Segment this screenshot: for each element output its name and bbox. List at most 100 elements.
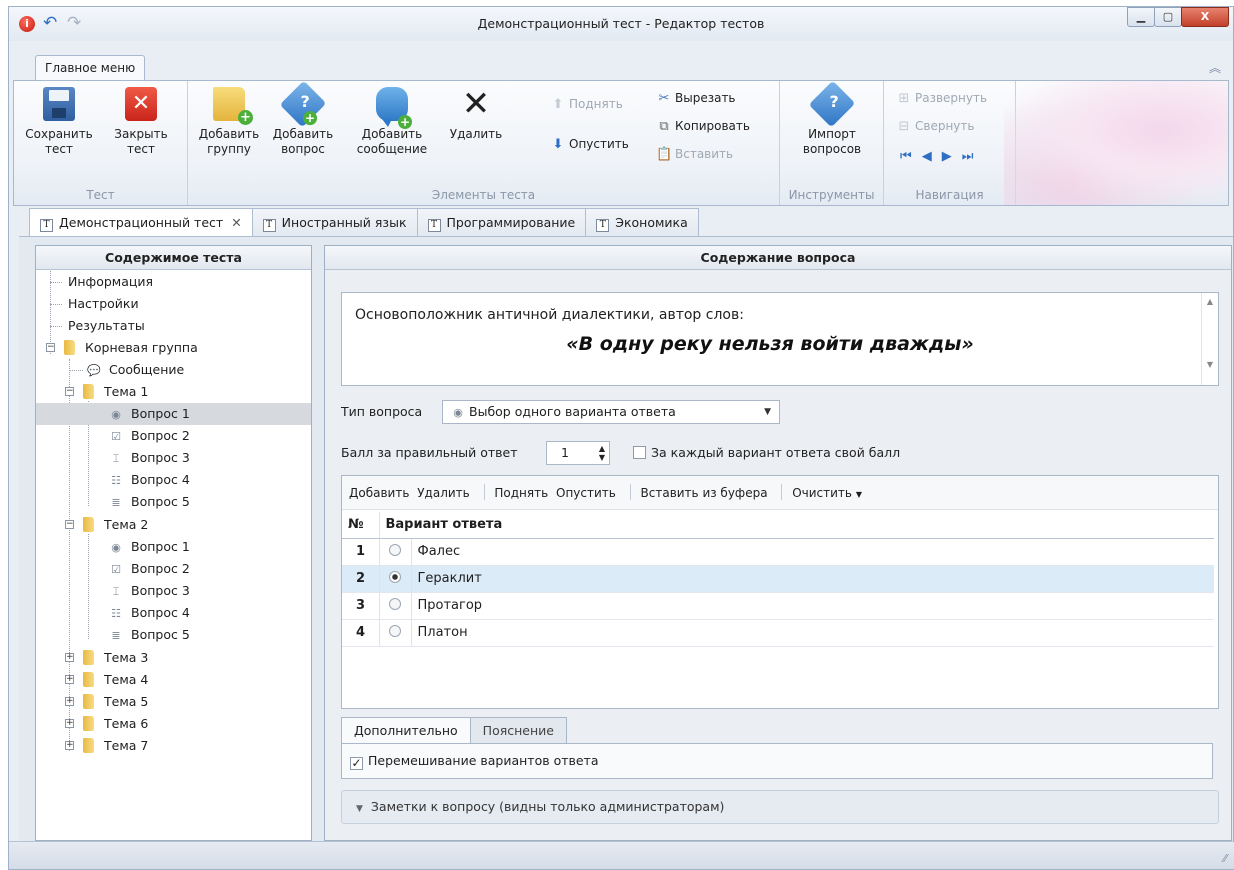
test-doc-icon: T	[262, 219, 276, 232]
tree-item-settings[interactable]: Настройки	[68, 293, 139, 315]
tree-item-topic[interactable]: Тема 4	[83, 669, 148, 691]
move-down-button[interactable]: ⬇ Опустить	[550, 133, 629, 155]
each-score-option[interactable]: За каждый вариант ответа свой балл	[633, 445, 900, 460]
tree-item-question[interactable]: ☷ Вопрос 4	[109, 602, 190, 624]
table-row[interactable]: 4 Платон	[342, 619, 1214, 647]
answer-radio[interactable]	[389, 544, 401, 556]
tree-item-topic[interactable]: Тема 6	[83, 713, 148, 735]
tree-item-topic[interactable]: Тема 5	[83, 691, 148, 713]
delete-answer-button[interactable]: Удалить	[417, 486, 470, 500]
close-window-button[interactable]: X	[1181, 7, 1229, 27]
maximize-button[interactable]: ▢	[1154, 7, 1182, 27]
question-type-select[interactable]: ◉ Выбор одного варианта ответа ▼	[442, 400, 780, 424]
tab-foreign-language[interactable]: T Иностранный язык	[251, 208, 418, 236]
table-row[interactable]: 1 Фалес	[342, 538, 1214, 566]
question-text-editor[interactable]: Основоположник античной диалектики, авто…	[341, 292, 1219, 386]
expand-button[interactable]: ⊞ Развернуть	[896, 87, 988, 109]
last-icon[interactable]: ⏭	[962, 149, 984, 164]
expand-toggle-icon[interactable]: +	[65, 719, 74, 728]
tab-economics[interactable]: T Экономика	[585, 208, 699, 236]
group-label-test: Тест	[86, 188, 115, 202]
vertical-scrollbar[interactable]: ▲ ▼	[1201, 293, 1218, 385]
expand-toggle-icon[interactable]: +	[65, 741, 74, 750]
tree-item-info[interactable]: Информация	[68, 271, 153, 293]
tree-item-message[interactable]: 💬 Сообщение	[87, 359, 184, 381]
save-test-button[interactable]: Сохранить тест	[24, 87, 94, 157]
tab-programming[interactable]: T Программирование	[416, 208, 587, 236]
tree-item-topic[interactable]: Тема 3	[83, 647, 148, 669]
answer-radio[interactable]	[389, 625, 401, 637]
tree-item-question[interactable]: ⌶ Вопрос 3	[109, 580, 190, 602]
tree-item-topic[interactable]: Тема 1	[83, 381, 148, 403]
ribbon-minimize-icon[interactable]: ︽	[1209, 59, 1221, 76]
next-icon[interactable]: ▶	[942, 149, 962, 164]
folder-add-icon	[213, 87, 253, 125]
ordering-icon: ≣	[111, 629, 121, 642]
expand-toggle-icon[interactable]: +	[65, 697, 74, 706]
collapse-toggle-icon[interactable]: −	[46, 343, 55, 352]
close-tab-icon[interactable]: ✕	[231, 215, 241, 230]
collapse-button[interactable]: ⊟ Свернуть	[896, 115, 975, 137]
notes-section[interactable]: ▼ Заметки к вопросу (видны только админис…	[341, 790, 1219, 824]
question-text-quote: «В одну реку нельзя войти дважды»	[566, 333, 974, 355]
resize-grip-icon[interactable]: ⁄⁄	[1223, 852, 1227, 865]
tree-item-root-group[interactable]: Корневая группа	[64, 337, 198, 359]
delete-button[interactable]: ✕ Удалить	[446, 87, 506, 142]
close-test-button[interactable]: ✕ Закрыть тест	[106, 87, 176, 157]
collapse-toggle-icon[interactable]: −	[65, 520, 74, 529]
cut-button[interactable]: ✂ Вырезать	[656, 87, 736, 109]
paste-button[interactable]: 📋 Вставить	[656, 143, 733, 165]
stepper-arrows-icon[interactable]: ▲ ▼	[599, 444, 605, 462]
tree-item-question[interactable]: ≣ Вопрос 5	[109, 491, 189, 513]
tab-explanation[interactable]: Пояснение	[469, 717, 567, 743]
tree-item-question[interactable]: ☷ Вопрос 4	[109, 469, 190, 491]
folder-icon	[83, 517, 94, 532]
prev-icon[interactable]: ◀	[922, 149, 942, 164]
text-input-icon: ⌶	[112, 452, 120, 465]
paste-from-buffer-button[interactable]: Вставить из буфера	[641, 486, 768, 500]
each-score-checkbox[interactable]	[633, 446, 646, 459]
status-bar: ⁄⁄	[9, 841, 1234, 869]
score-stepper[interactable]: 1 ▲ ▼	[546, 441, 610, 465]
shuffle-option[interactable]: ✓ Перемешивание вариантов ответа	[341, 743, 1213, 779]
tree-item-question[interactable]: ☑ Вопрос 2	[109, 425, 190, 447]
tree-item-topic[interactable]: Тема 2	[83, 514, 148, 536]
answer-radio[interactable]	[389, 598, 401, 610]
tree-item-question[interactable]: ☑ Вопрос 2	[109, 558, 190, 580]
question-text-line1: Основоположник античной диалектики, авто…	[355, 307, 744, 323]
move-answer-down-button[interactable]: Опустить	[556, 486, 616, 500]
import-questions-button[interactable]: ? Импорт вопросов	[794, 80, 870, 157]
clear-button[interactable]: Очистить ▼	[792, 486, 862, 500]
add-question-button[interactable]: ? Добавить вопрос	[268, 80, 338, 157]
minimize-button[interactable]: ▁	[1127, 7, 1155, 27]
ribbon-tab-main-menu[interactable]: Главное меню	[35, 55, 146, 81]
matching-icon: ☷	[111, 607, 121, 620]
copy-button[interactable]: ⧉ Копировать	[656, 115, 750, 137]
question-content-header: Содержание вопроса	[325, 246, 1231, 270]
expand-toggle-icon[interactable]: +	[65, 653, 74, 662]
collapse-toggle-icon[interactable]: −	[65, 387, 74, 396]
folder-icon	[83, 694, 94, 709]
tree-item-question[interactable]: ≣ Вопрос 5	[109, 624, 189, 646]
add-message-button[interactable]: Добавить сообщение	[352, 87, 432, 157]
table-row[interactable]: 2 Гераклит	[342, 565, 1214, 593]
table-row[interactable]: 3 Протагор	[342, 592, 1214, 620]
floppy-disk-icon	[43, 87, 75, 121]
expand-toggle-icon[interactable]: +	[65, 675, 74, 684]
add-group-button[interactable]: Добавить группу	[194, 87, 264, 157]
first-icon[interactable]: ⏮	[900, 149, 922, 164]
tab-additional[interactable]: Дополнительно	[341, 717, 471, 743]
tree-item-question[interactable]: ◉ Вопрос 1	[36, 403, 311, 425]
add-answer-button[interactable]: Добавить	[349, 486, 409, 500]
move-up-button[interactable]: ⬆ Поднять	[550, 93, 623, 115]
tree-item-topic[interactable]: Тема 7	[83, 735, 148, 757]
shuffle-checkbox[interactable]: ✓	[350, 757, 363, 770]
tree-item-question[interactable]: ◉ Вопрос 1	[109, 536, 190, 558]
group-label-tools: Инструменты	[788, 188, 875, 202]
tab-demo-test[interactable]: T Демонстрационный тест ✕	[29, 208, 253, 237]
move-answer-up-button[interactable]: Поднять	[494, 486, 548, 500]
answer-radio-checked[interactable]	[389, 571, 401, 583]
tree-item-results[interactable]: Результаты	[68, 315, 145, 337]
scissors-icon: ✂	[658, 91, 670, 106]
tree-item-question[interactable]: ⌶ Вопрос 3	[109, 447, 190, 469]
